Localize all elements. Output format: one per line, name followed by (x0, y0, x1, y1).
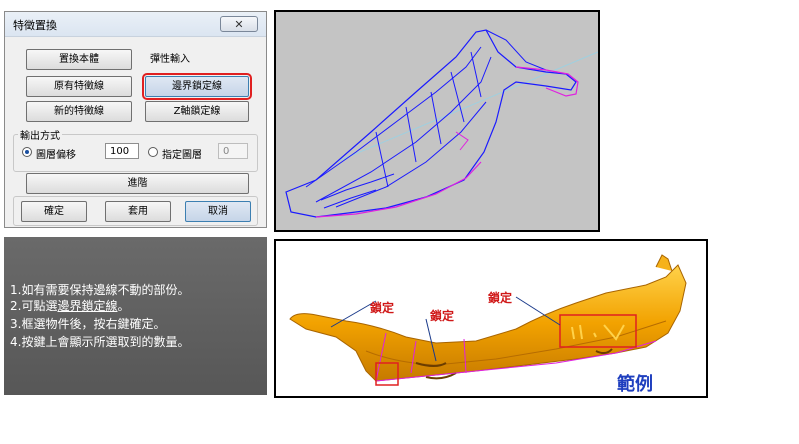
cancel-button[interactable]: 取消 (185, 201, 251, 222)
ok-button[interactable]: 確定 (21, 201, 87, 222)
lock-annotation-3: 鎖定 (488, 291, 513, 305)
specified-layer-radio[interactable] (148, 147, 158, 157)
dialog-title: 特徵置換 (13, 19, 57, 32)
instruction-line-3: 3.框選物件後，按右鍵確定。 (10, 317, 166, 331)
lock-annotation-1: 鎖定 (370, 301, 395, 315)
z-axis-lock-line-button[interactable]: Z軸鎖定線 (145, 101, 249, 122)
boundary-lock-line-button[interactable]: 邊界鎖定線 (142, 73, 252, 100)
instruction-line-4: 4.按鍵上會顯示所選取到的數量。 (10, 335, 190, 349)
apply-button[interactable]: 套用 (105, 201, 171, 222)
instruction-line-1: 1.如有需要保持邊線不動的部份。 (10, 283, 190, 297)
example-label: 範例 (617, 374, 653, 395)
wireframe-viewport[interactable] (274, 10, 600, 232)
replace-body-button[interactable]: 置換本體 (26, 49, 132, 70)
specified-layer-input[interactable]: 0 (218, 143, 248, 159)
instruction-line-2-suffix: 。 (117, 299, 130, 313)
instruction-line-2-prefix: 2.可點選 (10, 299, 58, 313)
specified-layer-label: 指定圖層 (162, 150, 202, 161)
output-mode-label: 輸出方式 (18, 127, 62, 142)
lock-annotation-2: 鎖定 (430, 309, 455, 323)
elastic-input-label: 彈性輸入 (150, 54, 190, 65)
dialog-titlebar: 特徵置換 ✕ (5, 12, 266, 37)
advanced-button[interactable]: 進階 (26, 173, 249, 194)
layer-offset-input[interactable]: 100 (105, 143, 139, 159)
instruction-line-2: 2.可點選邊界鎖定線。 (10, 297, 129, 314)
layer-offset-radio[interactable] (22, 147, 32, 157)
new-feature-line-button[interactable]: 新的特徵線 (26, 101, 132, 122)
layer-offset-label: 圖層偏移 (36, 150, 76, 161)
close-button[interactable]: ✕ (220, 16, 258, 32)
original-feature-line-button[interactable]: 原有特徵線 (26, 76, 132, 97)
feature-replace-dialog: 特徵置換 ✕ 置換本體 彈性輸入 原有特徵線 邊界鎖定線 新的特徵線 Z軸鎖定線… (4, 11, 267, 228)
instruction-panel: 1.如有需要保持邊線不動的部份。 2.可點選邊界鎖定線。 3.框選物件後，按右鍵… (4, 237, 267, 395)
instruction-line-2-link: 邊界鎖定線 (57, 299, 118, 313)
wireframe-model (285, 29, 599, 218)
